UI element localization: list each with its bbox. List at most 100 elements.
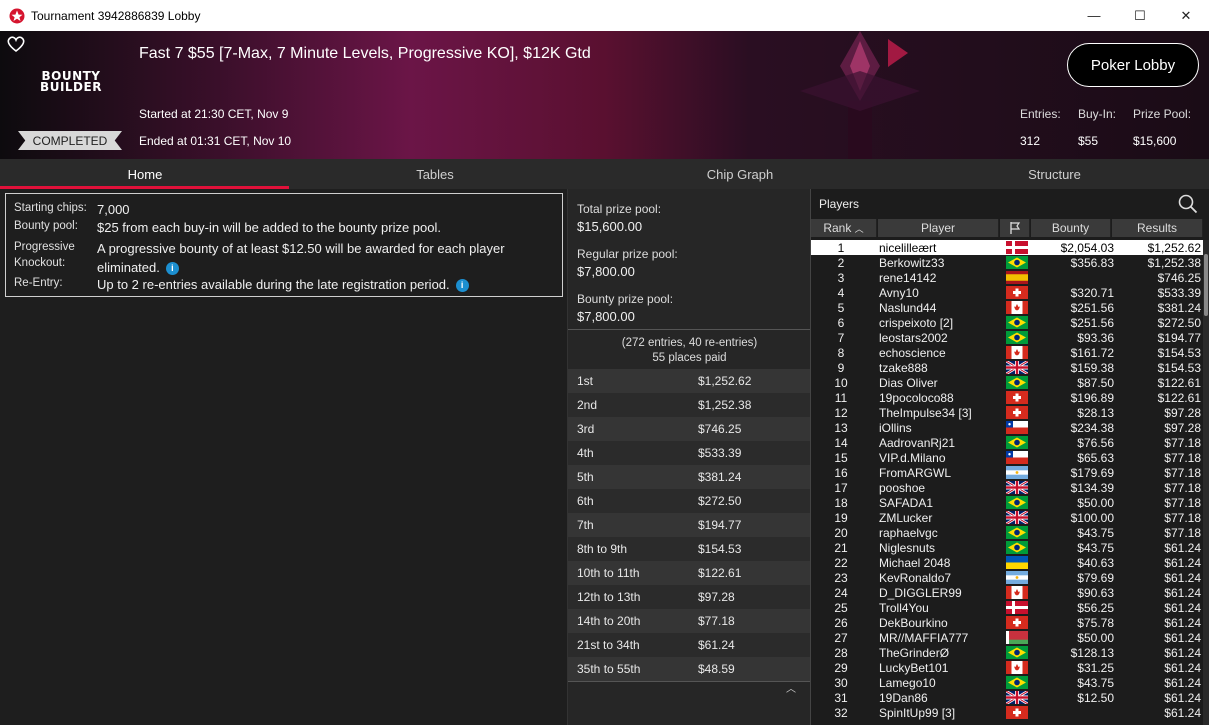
minimize-button[interactable]: — (1071, 0, 1117, 31)
player-row[interactable]: 22 Michael 2048 $40.63 $61.24 (811, 555, 1203, 570)
player-rank: 17 (834, 480, 848, 495)
tab-tables[interactable]: Tables (290, 159, 580, 189)
player-name: Niglesnuts (879, 540, 936, 555)
player-row[interactable]: 7 leostars2002 $93.36 $194.77 (811, 330, 1203, 345)
player-row[interactable]: 26 DekBourkino $75.78 $61.24 (811, 615, 1203, 630)
tournament-info-panel: Starting chips: 7,000 Bounty pool: $25 f… (5, 193, 563, 297)
player-row[interactable]: 15 VIP.d.Milano $65.63 $77.18 (811, 450, 1203, 465)
search-icon[interactable] (1177, 193, 1199, 215)
bounty-column-header[interactable]: Bounty (1031, 219, 1111, 237)
country-flag-icon (1004, 361, 1030, 374)
player-bounty: $28.13 (1077, 405, 1114, 420)
player-row[interactable]: 16 FromARGWL $179.69 $77.18 (811, 465, 1203, 480)
player-bounty: $56.25 (1077, 600, 1114, 615)
scrollbar-thumb[interactable] (1204, 254, 1208, 316)
player-row[interactable]: 25 Troll4You $56.25 $61.24 (811, 600, 1203, 615)
player-row[interactable]: 24 D_DIGGLER99 $90.63 $61.24 (811, 585, 1203, 600)
player-bounty: $196.89 (1070, 390, 1114, 405)
player-bounty: $159.38 (1070, 360, 1114, 375)
players-title: Players (819, 197, 860, 211)
payout-row: 8th to 9th $154.53 (568, 537, 811, 561)
tab-structure[interactable]: Structure (900, 159, 1209, 189)
country-flag-icon (1004, 631, 1030, 644)
country-flag-icon (1004, 241, 1030, 254)
payout-amount: $1,252.38 (698, 398, 752, 412)
player-row[interactable]: 32 SpinItUp99 [3] $61.24 (811, 705, 1203, 720)
player-row[interactable]: 13 iOllins $234.38 $97.28 (811, 420, 1203, 435)
start-time: Started at 21:30 CET, Nov 9 (139, 107, 289, 121)
player-rank: 6 (837, 315, 845, 330)
player-bounty: $31.25 (1077, 660, 1114, 675)
player-rank: 16 (834, 465, 848, 480)
tab-chip-graph[interactable]: Chip Graph (580, 159, 900, 189)
player-name: KevRonaldo7 (879, 570, 952, 585)
info-icon[interactable]: i (455, 279, 469, 292)
regular-prize-label: Regular prize pool: (577, 247, 678, 261)
player-row[interactable]: 23 KevRonaldo7 $79.69 $61.24 (811, 570, 1203, 585)
reentry-value: Up to 2 re-entries available during the … (97, 277, 450, 292)
player-row[interactable]: 31 19Dan86 $12.50 $61.24 (811, 690, 1203, 705)
player-row[interactable]: 19 ZMLucker $100.00 $77.18 (811, 510, 1203, 525)
player-row[interactable]: 27 MR//MAFFIA777 $50.00 $61.24 (811, 630, 1203, 645)
payout-place: 2nd (577, 398, 598, 412)
player-column-header[interactable]: Player (878, 219, 999, 237)
player-row[interactable]: 14 AadrovanRj21 $76.56 $77.18 (811, 435, 1203, 450)
prizepool-value: $15,600 (1133, 134, 1177, 148)
banner-artwork (800, 31, 920, 159)
country-flag-icon (1004, 451, 1030, 464)
player-row[interactable]: 2 Berkowitz33 $356.83 $1,252.38 (811, 255, 1203, 270)
country-flag-icon (1004, 421, 1030, 434)
close-button[interactable]: ✕ (1163, 0, 1209, 31)
flag-column-header[interactable] (1000, 219, 1030, 237)
country-flag-icon (1004, 256, 1030, 269)
player-name: MR//MAFFIA777 (879, 630, 969, 645)
player-row[interactable]: 29 LuckyBet101 $31.25 $61.24 (811, 660, 1203, 675)
buyin-label: Buy-In: (1078, 107, 1117, 121)
player-rank: 13 (834, 420, 848, 435)
player-rank: 9 (837, 360, 845, 375)
results-column-header[interactable]: Results (1112, 219, 1203, 237)
country-flag-icon (1004, 691, 1030, 704)
country-flag-icon (1004, 316, 1030, 329)
player-row[interactable]: 17 pooshoe $134.39 $77.18 (811, 480, 1203, 495)
player-name: iOllins (879, 420, 912, 435)
player-rank: 1 (837, 240, 845, 255)
player-row[interactable]: 10 Dias Oliver $87.50 $122.61 (811, 375, 1203, 390)
scrollbar[interactable] (1203, 240, 1209, 725)
player-result: $61.24 (1164, 600, 1201, 615)
bounty-pool-value: $25 from each buy-in will be added to th… (97, 220, 441, 235)
player-row[interactable]: 9 tzake888 $159.38 $154.53 (811, 360, 1203, 375)
player-bounty: $50.00 (1077, 495, 1114, 510)
player-name: nicelilleært (879, 240, 937, 255)
player-row[interactable]: 12 TheImpulse34 [3] $28.13 $97.28 (811, 405, 1203, 420)
player-row[interactable]: 1 nicelilleært $2,054.03 $1,252.62 (811, 240, 1203, 255)
player-rank: 4 (837, 285, 845, 300)
player-result: $77.18 (1164, 480, 1201, 495)
player-row[interactable]: 11 19pocoloco88 $196.89 $122.61 (811, 390, 1203, 405)
payout-place: 14th to 20th (577, 614, 641, 628)
player-name: FromARGWL (879, 465, 951, 480)
player-row[interactable]: 28 TheGrinderØ $128.13 $61.24 (811, 645, 1203, 660)
tab-home[interactable]: Home (0, 159, 290, 189)
player-rank: 25 (834, 600, 848, 615)
player-row[interactable]: 21 Niglesnuts $43.75 $61.24 (811, 540, 1203, 555)
favorite-heart-icon[interactable] (6, 35, 26, 53)
country-flag-icon (1004, 511, 1030, 524)
total-prize-value: $15,600.00 (577, 219, 643, 234)
chevron-up-icon[interactable]: ︿ (786, 680, 796, 695)
player-row[interactable]: 6 crispeixoto [2] $251.56 $272.50 (811, 315, 1203, 330)
player-bounty: $40.63 (1077, 555, 1114, 570)
player-row[interactable]: 30 Lamego10 $43.75 $61.24 (811, 675, 1203, 690)
player-row[interactable]: 20 raphaelvgc $43.75 $77.18 (811, 525, 1203, 540)
rank-column-header[interactable]: Rank ︿ (811, 219, 877, 237)
info-icon[interactable]: i (165, 262, 179, 275)
player-row[interactable]: 4 Avny10 $320.71 $533.39 (811, 285, 1203, 300)
player-row[interactable]: 3 rene14142 $746.25 (811, 270, 1203, 285)
poker-lobby-button[interactable]: Poker Lobby (1067, 43, 1199, 87)
player-result: $97.28 (1164, 420, 1201, 435)
player-row[interactable]: 5 Naslund44 $251.56 $381.24 (811, 300, 1203, 315)
player-row[interactable]: 8 echoscience $161.72 $154.53 (811, 345, 1203, 360)
maximize-button[interactable]: ☐ (1117, 0, 1163, 31)
starting-chips-value: 7,000 (97, 202, 130, 217)
player-row[interactable]: 18 SAFADA1 $50.00 $77.18 (811, 495, 1203, 510)
